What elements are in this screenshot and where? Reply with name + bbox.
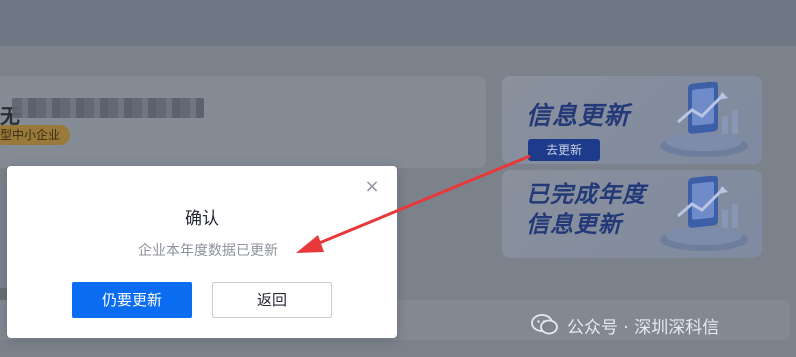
wechat-icon xyxy=(531,314,558,335)
dialog-title: 确认 xyxy=(185,209,219,229)
watermark: 公众号 · 深圳深科信 xyxy=(531,312,719,338)
top-bar xyxy=(0,0,796,46)
company-info-card xyxy=(0,76,486,168)
still-update-button[interactable]: 仍要更新 xyxy=(72,282,192,318)
back-button[interactable]: 返回 xyxy=(212,282,332,318)
go-update-button[interactable]: 去更新 xyxy=(528,139,600,161)
redacted-company-name xyxy=(12,98,204,118)
company-type-tag: 型中小企业 xyxy=(0,125,71,145)
phone-chart-illustration-icon xyxy=(660,82,748,157)
watermark-text: 公众号 · 深圳深科信 xyxy=(567,317,720,338)
completed-update-banner: 已完成年度 信息更新 xyxy=(502,170,762,258)
dialog-message: 企业本年度数据已更新 xyxy=(138,243,278,259)
close-icon[interactable]: × xyxy=(363,178,381,196)
confirm-dialog: × 确认 企业本年度数据已更新 仍要更新 返回 xyxy=(7,166,397,338)
banner-title-completed: 已完成年度 信息更新 xyxy=(526,182,646,238)
banner-title-info-update: 信息更新 xyxy=(526,101,631,130)
phone-chart-illustration-icon xyxy=(660,176,748,251)
